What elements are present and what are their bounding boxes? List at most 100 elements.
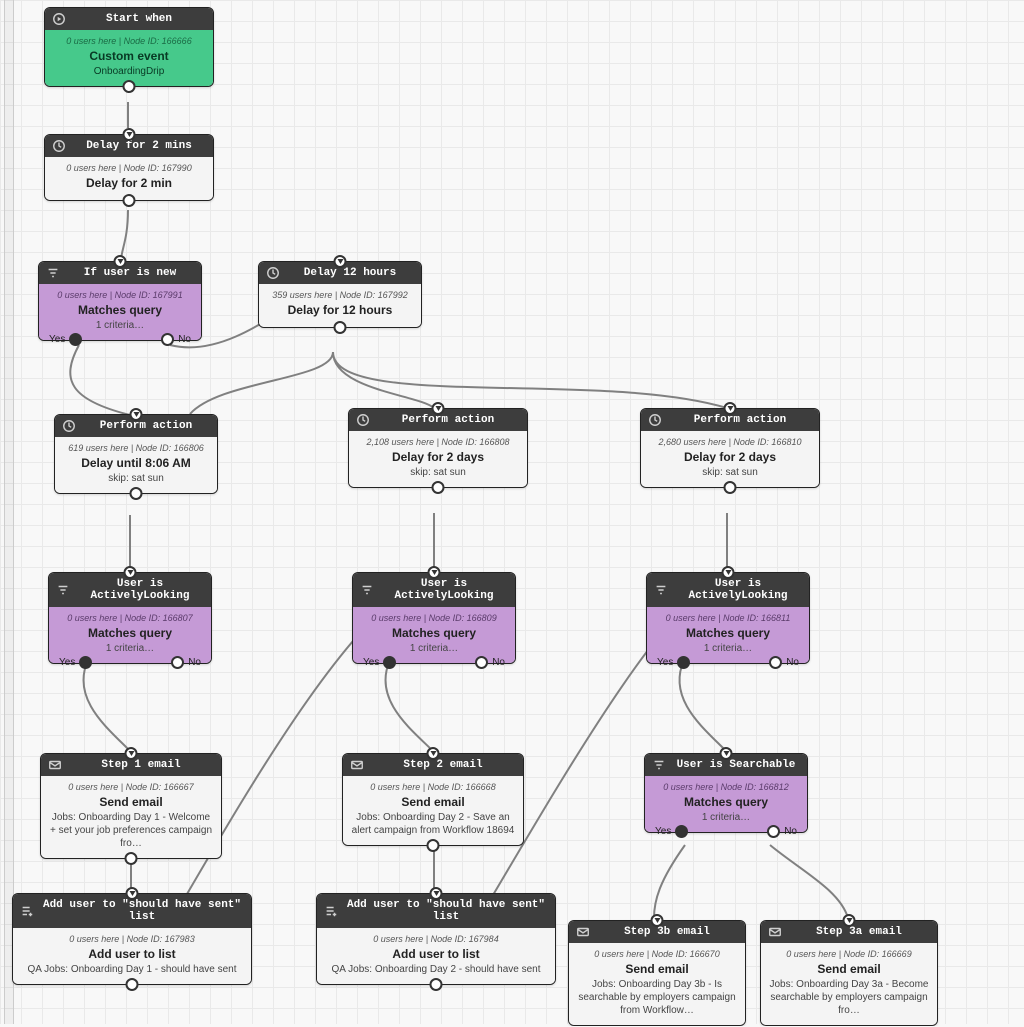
in-port[interactable] xyxy=(126,887,139,900)
in-port[interactable] xyxy=(427,747,440,760)
branch-no[interactable]: No xyxy=(769,656,799,669)
branch-no-label: No xyxy=(178,334,191,345)
node-sub: Jobs: Onboarding Day 3a - Become searcha… xyxy=(769,978,929,1017)
node-meta: 2,680 users here | Node ID: 166810 xyxy=(649,437,811,447)
branch-yes[interactable]: Yes xyxy=(657,656,690,669)
node-title: Send email xyxy=(351,795,515,809)
in-port[interactable] xyxy=(843,914,856,927)
node-sub: skip: sat sun xyxy=(649,466,811,479)
in-port[interactable] xyxy=(125,747,138,760)
out-port[interactable] xyxy=(430,978,443,991)
node-title: Delay for 2 days xyxy=(357,450,519,464)
node-perform-a[interactable]: Perform action 619 users here | Node ID:… xyxy=(54,414,218,494)
branch-no[interactable]: No xyxy=(161,333,191,346)
node-header: User is ActivelyLooking xyxy=(90,578,189,602)
node-meta: 0 users here | Node ID: 166670 xyxy=(577,949,737,959)
node-sub: 1 criteria… xyxy=(57,642,203,655)
in-port[interactable] xyxy=(114,255,127,268)
in-port[interactable] xyxy=(724,402,737,415)
branch-no[interactable]: No xyxy=(171,656,201,669)
in-port[interactable] xyxy=(720,747,733,760)
in-port[interactable] xyxy=(432,402,445,415)
mail-icon xyxy=(48,758,62,772)
node-title: Delay for 2 min xyxy=(53,176,205,190)
node-title: Custom event xyxy=(53,49,205,63)
node-title: Matches query xyxy=(57,626,203,640)
node-perform-c[interactable]: Perform action 2,680 users here | Node I… xyxy=(640,408,820,488)
branch-yes-label: Yes xyxy=(49,334,65,345)
node-actively-b[interactable]: User is ActivelyLooking 0 users here | N… xyxy=(352,572,516,664)
node-meta: 0 users here | Node ID: 167991 xyxy=(47,290,193,300)
out-port[interactable] xyxy=(334,321,347,334)
out-port[interactable] xyxy=(427,839,440,852)
branch-yes[interactable]: Yes xyxy=(59,656,92,669)
node-start[interactable]: Start when 0 users here | Node ID: 16666… xyxy=(44,7,214,87)
node-header: Step 2 email xyxy=(403,759,482,771)
out-port[interactable] xyxy=(724,481,737,494)
in-port[interactable] xyxy=(334,255,347,268)
node-sub: skip: sat sun xyxy=(357,466,519,479)
node-title: Delay for 2 days xyxy=(649,450,811,464)
in-port[interactable] xyxy=(428,566,441,579)
node-step2-email[interactable]: Step 2 email 0 users here | Node ID: 166… xyxy=(342,753,524,846)
node-sub: 1 criteria… xyxy=(361,642,507,655)
branch-yes[interactable]: Yes xyxy=(49,333,82,346)
node-actively-c[interactable]: User is ActivelyLooking 0 users here | N… xyxy=(646,572,810,664)
node-meta: 2,108 users here | Node ID: 166808 xyxy=(357,437,519,447)
node-delay-12h[interactable]: Delay 12 hours 359 users here | Node ID:… xyxy=(258,261,422,328)
node-sub: QA Jobs: Onboarding Day 1 - should have … xyxy=(21,963,243,976)
node-sub: Jobs: Onboarding Day 3b - Is searchable … xyxy=(577,978,737,1017)
workflow-canvas[interactable]: Start when 0 users here | Node ID: 16666… xyxy=(0,0,1024,1024)
node-meta: 0 users here | Node ID: 167990 xyxy=(53,163,205,173)
node-header: Delay 12 hours xyxy=(304,267,396,279)
filter-icon xyxy=(46,266,60,280)
list-add-icon xyxy=(324,904,338,918)
in-port[interactable] xyxy=(130,408,143,421)
node-actively-a[interactable]: User is ActivelyLooking 0 users here | N… xyxy=(48,572,212,664)
node-meta: 0 users here | Node ID: 166666 xyxy=(53,36,205,46)
in-port[interactable] xyxy=(430,887,443,900)
branch-yes[interactable]: Yes xyxy=(363,656,396,669)
node-step1-email[interactable]: Step 1 email 0 users here | Node ID: 166… xyxy=(40,753,222,859)
node-header: Add user to "should have sent" list xyxy=(43,899,241,923)
node-user-searchable[interactable]: User is Searchable 0 users here | Node I… xyxy=(644,753,808,833)
clock-icon xyxy=(52,139,66,153)
node-header: User is ActivelyLooking xyxy=(688,578,787,602)
node-header: Delay for 2 mins xyxy=(86,140,192,152)
node-meta: 0 users here | Node ID: 166669 xyxy=(769,949,929,959)
node-delay-2min[interactable]: Delay for 2 mins 0 users here | Node ID:… xyxy=(44,134,214,201)
node-meta: 0 users here | Node ID: 166812 xyxy=(653,782,799,792)
in-port[interactable] xyxy=(722,566,735,579)
node-title: Send email xyxy=(577,962,737,976)
out-port[interactable] xyxy=(123,194,136,207)
mail-icon xyxy=(576,925,590,939)
node-step3b-email[interactable]: Step 3b email 0 users here | Node ID: 16… xyxy=(568,920,746,1026)
node-step3a-email[interactable]: Step 3a email 0 users here | Node ID: 16… xyxy=(760,920,938,1026)
in-port[interactable] xyxy=(123,128,136,141)
branch-yes[interactable]: Yes xyxy=(655,825,688,838)
out-port[interactable] xyxy=(125,852,138,865)
node-title: Matches query xyxy=(47,303,193,317)
node-header: Step 1 email xyxy=(101,759,180,771)
out-port[interactable] xyxy=(123,80,136,93)
in-port[interactable] xyxy=(124,566,137,579)
node-add-list-b[interactable]: Add user to "should have sent" list 0 us… xyxy=(316,893,556,985)
in-port[interactable] xyxy=(651,914,664,927)
node-sub: skip: sat sun xyxy=(63,472,209,485)
node-title: Delay for 12 hours xyxy=(267,303,413,317)
out-port[interactable] xyxy=(432,481,445,494)
node-sub: Jobs: Onboarding Day 2 - Save an alert c… xyxy=(351,811,515,837)
node-if-user-new[interactable]: If user is new 0 users here | Node ID: 1… xyxy=(38,261,202,341)
branch-no[interactable]: No xyxy=(767,825,797,838)
node-perform-b[interactable]: Perform action 2,108 users here | Node I… xyxy=(348,408,528,488)
node-add-list-a[interactable]: Add user to "should have sent" list 0 us… xyxy=(12,893,252,985)
node-header: Start when xyxy=(106,13,172,25)
branch-no[interactable]: No xyxy=(475,656,505,669)
out-port[interactable] xyxy=(130,487,143,500)
node-meta: 359 users here | Node ID: 167992 xyxy=(267,290,413,300)
filter-icon xyxy=(652,758,666,772)
node-meta: 0 users here | Node ID: 167983 xyxy=(21,934,243,944)
mail-icon xyxy=(768,925,782,939)
clock-icon xyxy=(266,266,280,280)
out-port[interactable] xyxy=(126,978,139,991)
